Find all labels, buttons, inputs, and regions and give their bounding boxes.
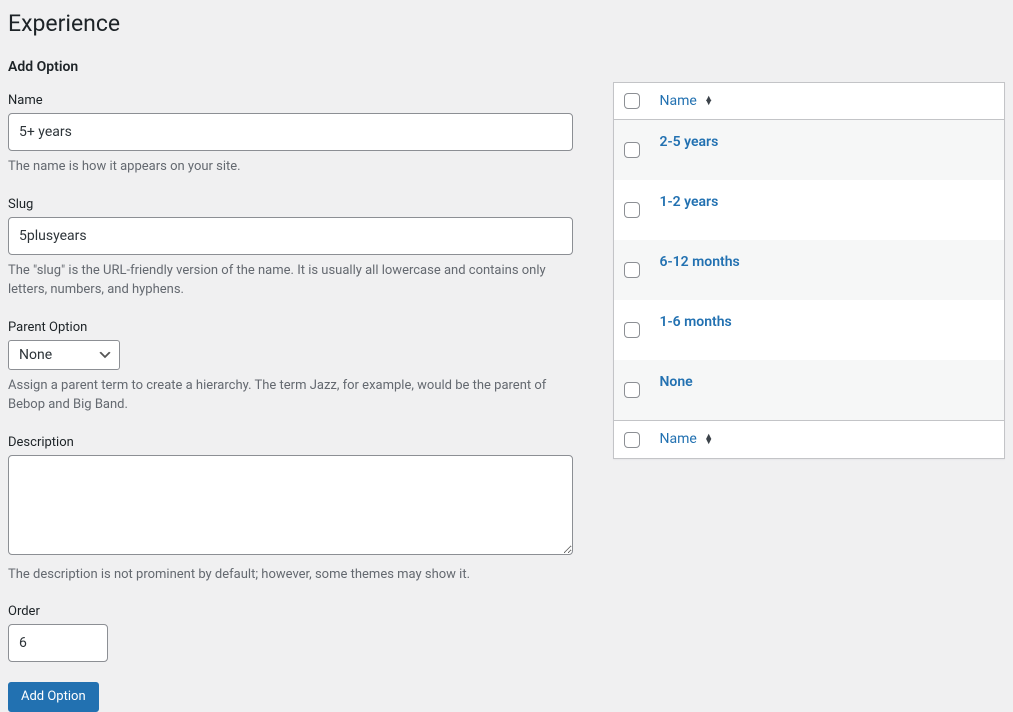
table-row: 6-12 months xyxy=(614,240,1005,300)
row-checkbox[interactable] xyxy=(624,142,640,158)
select-all-bottom-checkbox[interactable] xyxy=(624,432,640,448)
parent-help: Assign a parent term to create a hierarc… xyxy=(8,376,573,415)
row-checkbox[interactable] xyxy=(624,202,640,218)
name-input[interactable] xyxy=(8,113,573,151)
row-checkbox[interactable] xyxy=(624,382,640,398)
sort-icon: ▲▼ xyxy=(704,97,713,106)
slug-help: The "slug" is the URL-friendly version o… xyxy=(8,261,573,300)
parent-label: Parent Option xyxy=(8,320,573,335)
add-option-button[interactable]: Add Option xyxy=(8,682,99,712)
table-row: 1-2 years xyxy=(614,180,1005,240)
select-all-top-checkbox[interactable] xyxy=(624,93,640,109)
name-label: Name xyxy=(8,93,573,108)
option-link[interactable]: 2-5 years xyxy=(660,134,719,150)
description-textarea[interactable] xyxy=(8,455,573,555)
slug-input[interactable] xyxy=(8,217,573,255)
option-link[interactable]: 1-2 years xyxy=(660,194,719,210)
parent-select[interactable]: None xyxy=(8,340,120,370)
slug-label: Slug xyxy=(8,197,573,212)
option-link[interactable]: None xyxy=(660,374,693,390)
order-input[interactable] xyxy=(8,624,108,662)
table-row: 1-6 months xyxy=(614,300,1005,360)
sort-icon: ▲▼ xyxy=(704,435,713,444)
description-help: The description is not prominent by defa… xyxy=(8,565,573,585)
option-link[interactable]: 1-6 months xyxy=(660,314,732,330)
table-row: 2-5 years xyxy=(614,120,1005,181)
column-header-name[interactable]: Name ▲▼ xyxy=(650,83,1005,120)
order-label: Order xyxy=(8,604,573,619)
row-checkbox[interactable] xyxy=(624,262,640,278)
options-table: Name ▲▼ 2-5 years 1-2 years xyxy=(613,82,1005,459)
column-footer-name[interactable]: Name ▲▼ xyxy=(650,421,1005,458)
description-label: Description xyxy=(8,435,573,450)
option-link[interactable]: 6-12 months xyxy=(660,254,740,270)
table-row: None xyxy=(614,360,1005,421)
section-title: Add Option xyxy=(8,59,573,75)
row-checkbox[interactable] xyxy=(624,322,640,338)
name-help: The name is how it appears on your site. xyxy=(8,157,573,177)
add-option-form: Add Option Name The name is how it appea… xyxy=(8,59,573,712)
page-title: Experience xyxy=(8,10,1005,41)
